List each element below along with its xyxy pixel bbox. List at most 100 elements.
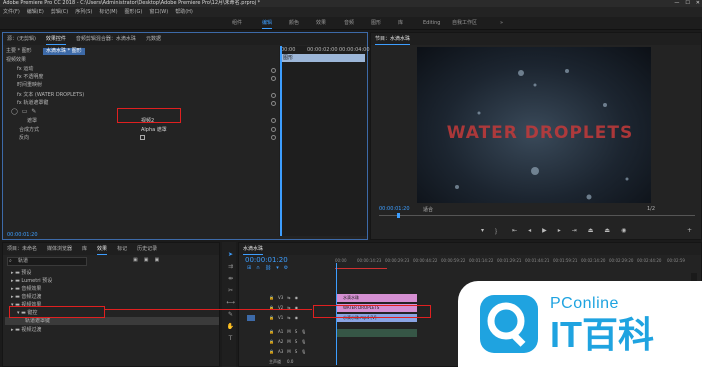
workspace-libraries[interactable]: 库 xyxy=(398,20,403,27)
step-forward-icon[interactable]: ▸ xyxy=(558,227,561,236)
reset-icon[interactable] xyxy=(271,68,276,73)
reset-icon[interactable] xyxy=(271,127,276,132)
source-patch-v1[interactable] xyxy=(247,315,255,321)
program-resolution-select[interactable]: 1/2 xyxy=(647,206,655,212)
lock-icon[interactable]: 🔒 xyxy=(269,349,274,354)
workspace-assembly[interactable]: 组件 xyxy=(232,20,242,27)
lift-icon[interactable]: ⏏ xyxy=(588,227,594,236)
fx-row-text[interactable]: fx 文本 (WATER DROPLETS) xyxy=(17,91,84,99)
track-label[interactable]: A3 xyxy=(278,349,283,354)
pen-mask-icon[interactable]: ✎ xyxy=(31,108,36,115)
export-frame-icon[interactable]: ◉ xyxy=(621,227,626,236)
workspace-audio[interactable]: 音频 xyxy=(344,20,354,27)
program-playhead[interactable] xyxy=(397,213,400,218)
fx-row-opacity[interactable]: fx 不透明度 xyxy=(17,73,43,81)
ellipse-mask-icon[interactable]: ◯ xyxy=(11,108,18,115)
fx-row-track-matte[interactable]: fx 轨道遮罩键 xyxy=(17,99,48,107)
selection-tool-icon[interactable]: ➤ xyxy=(226,250,235,259)
lock-icon[interactable]: 🔒 xyxy=(269,295,274,300)
menu-edit[interactable]: 编辑(E) xyxy=(27,7,44,17)
tree-item-audio-transitions[interactable]: ▸ ▬ 音频过渡 xyxy=(11,293,41,301)
ripple-edit-icon[interactable]: ⇹ xyxy=(226,274,235,283)
effects-search-input[interactable]: 轨道 xyxy=(7,257,87,266)
hand-tool-icon[interactable]: ✋ xyxy=(226,322,235,331)
tab-history[interactable]: 历史记录 xyxy=(137,243,157,255)
tab-effect-controls[interactable]: 效果控件 xyxy=(45,33,66,45)
play-icon[interactable]: ▶ xyxy=(542,227,547,236)
reset-icon[interactable] xyxy=(271,118,276,123)
close-icon[interactable]: ✕ xyxy=(696,0,700,7)
eye-icon[interactable]: ◉ xyxy=(295,295,299,300)
reset-icon[interactable] xyxy=(271,135,276,140)
tree-item-lumetri[interactable]: ▸ ▬ Lumetri 预设 xyxy=(11,277,52,285)
mark-in-icon[interactable]: ▾ xyxy=(481,227,484,236)
tab-markers[interactable]: 标记 xyxy=(117,243,127,255)
tab-effects[interactable]: 效果 xyxy=(97,243,108,255)
master-value[interactable]: 0.0 xyxy=(287,359,293,365)
linked-selection-icon[interactable]: ⛓ xyxy=(265,265,271,271)
32bit-icon[interactable]: ▣ xyxy=(144,257,149,263)
slip-tool-icon[interactable]: ⟷ xyxy=(226,298,235,307)
effect-controls-timeline[interactable]: 00:00 00:00:02:00 00:00:04:00 图形 xyxy=(279,46,370,236)
workspace-effects[interactable]: 效果 xyxy=(316,20,326,27)
tree-item-video-transitions[interactable]: ▸ ▬ 视频过渡 xyxy=(11,326,41,334)
menu-clip[interactable]: 剪辑(C) xyxy=(51,7,68,17)
razor-tool-icon[interactable]: ✂ xyxy=(226,286,235,295)
track-label[interactable]: V1 xyxy=(278,315,283,320)
yuv-icon[interactable]: ▣ xyxy=(154,257,159,263)
workspace-graphics[interactable]: 图形 xyxy=(371,20,381,27)
track-select-icon[interactable]: ⇉ xyxy=(226,262,235,271)
program-fit-select[interactable]: 适合 xyxy=(423,206,433,213)
insert-sequence-icon[interactable]: ⊞ xyxy=(247,265,251,271)
pen-tool-icon[interactable]: ✎ xyxy=(226,310,235,319)
tab-metadata[interactable]: 元数据 xyxy=(146,33,161,45)
menu-help[interactable]: 帮助(H) xyxy=(175,7,193,17)
composite-select[interactable]: Alpha 遮罩 xyxy=(141,126,167,134)
step-back-icon[interactable]: ◂ xyxy=(528,227,531,236)
mic-icon[interactable]: 🎙 xyxy=(301,349,306,354)
clip-a1[interactable] xyxy=(337,329,417,337)
tree-item-presets[interactable]: ▸ ▬ 预设 xyxy=(11,269,31,277)
mic-icon[interactable]: 🎙 xyxy=(301,329,306,334)
add-button-icon[interactable]: + xyxy=(687,227,692,234)
maximize-icon[interactable]: ☐ xyxy=(685,0,689,7)
snap-icon[interactable]: ∩ xyxy=(256,265,260,271)
rect-mask-icon[interactable]: ▭ xyxy=(22,108,28,115)
header-master[interactable]: 主要 * 图形 xyxy=(6,47,32,55)
lock-icon[interactable]: 🔒 xyxy=(269,339,274,344)
work-area-bar[interactable] xyxy=(335,268,387,269)
clip-v3[interactable]: 水滴水珠 xyxy=(337,294,417,302)
sync-icon[interactable]: ⇆ xyxy=(287,315,290,320)
ec-playhead[interactable] xyxy=(280,46,282,236)
lock-icon[interactable]: 🔒 xyxy=(269,315,274,320)
tab-libraries[interactable]: 库 xyxy=(82,243,87,255)
workspace-color[interactable]: 颜色 xyxy=(289,20,299,27)
program-video-frame[interactable]: WATER DROPLETS xyxy=(417,47,651,203)
reset-icon[interactable] xyxy=(271,76,276,81)
tab-source[interactable]: 源：(无剪辑) xyxy=(7,33,36,45)
timeline-settings-icon[interactable]: ⚙ xyxy=(284,265,288,271)
text-tool-icon[interactable]: T xyxy=(226,334,235,343)
mic-icon[interactable]: 🎙 xyxy=(301,339,306,344)
menu-marker[interactable]: 标记(M) xyxy=(99,7,117,17)
sync-icon[interactable]: ⇆ xyxy=(287,295,290,300)
tab-program[interactable]: 节目：水滴水珠 xyxy=(375,33,411,45)
menu-file[interactable]: 文件(F) xyxy=(3,7,20,17)
sequence-clip-chip[interactable]: 水滴水珠 * 图形 xyxy=(43,48,85,55)
timeline-ruler[interactable]: 00:00 00:00:14:23 00:00:29:23 00:00:44:2… xyxy=(335,257,699,271)
menu-window[interactable]: 窗口(W) xyxy=(149,7,168,17)
fx-row-time-remap[interactable]: 时间重映射 xyxy=(17,81,42,89)
tree-item-audio-effects[interactable]: ▸ ▬ 音频效果 xyxy=(11,285,41,293)
accelerated-icon[interactable]: ▣ xyxy=(133,257,138,263)
add-marker-icon[interactable]: ▾ xyxy=(276,265,279,271)
workspace-editing-en[interactable]: Editing xyxy=(423,20,440,27)
ec-clip-bar[interactable]: 图形 xyxy=(281,54,365,62)
lock-icon[interactable]: 🔒 xyxy=(269,329,274,334)
program-scrubber[interactable] xyxy=(379,215,695,216)
extract-icon[interactable]: ⏏ xyxy=(604,227,610,236)
fx-row-motion[interactable]: fx 运动 xyxy=(17,65,33,73)
workspace-custom[interactable]: 自我工作区 xyxy=(452,20,477,27)
eye-icon[interactable]: ◉ xyxy=(295,315,299,320)
track-label[interactable]: A1 xyxy=(278,329,283,334)
workspace-more[interactable]: » xyxy=(500,20,503,27)
